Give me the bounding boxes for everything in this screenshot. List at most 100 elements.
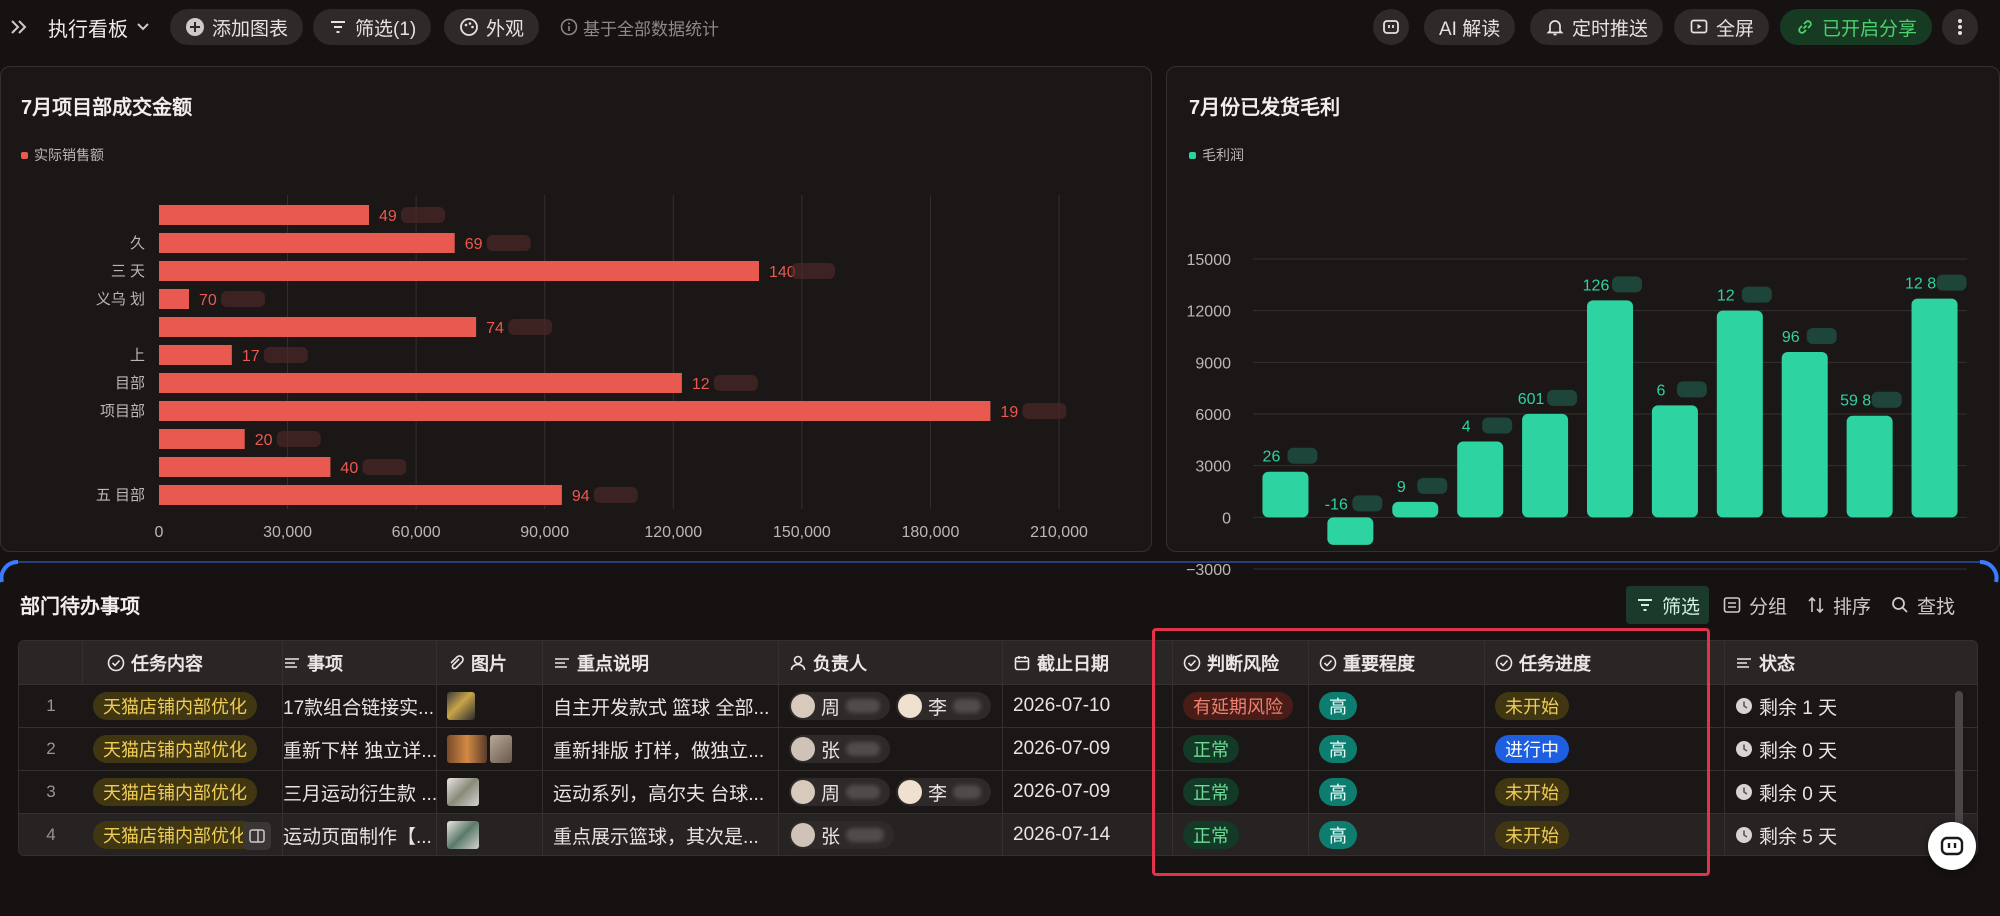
table-filter-button[interactable]: 筛选: [1626, 586, 1710, 624]
sales-bar-chart: 0 30,000 60,000 90,000 120,000 150,000 180,000…: [96, 195, 1088, 541]
header-label: 负责人: [813, 653, 867, 674]
chart-card-sales[interactable]: 7月项目部成交金额 实际销售额 0 30,000 60,000 90,000 120,0…: [0, 66, 1152, 552]
task-cell[interactable]: 天猫店铺内部优化: [83, 685, 283, 727]
key-note-cell[interactable]: 重点展示篮球，其次是...: [543, 814, 779, 855]
image-thumbnail[interactable]: [490, 735, 512, 763]
header-image[interactable]: 图片: [437, 641, 543, 684]
group-button[interactable]: 分组: [1713, 586, 1796, 624]
owner-chip[interactable]: 周: [789, 692, 891, 720]
sort-button[interactable]: 排序: [1797, 586, 1880, 624]
deadline-cell[interactable]: 2026-07-09: [1003, 771, 1173, 813]
owner-chip[interactable]: 李: [896, 692, 992, 720]
bar: [159, 401, 991, 421]
search-button[interactable]: 查找: [1881, 586, 1964, 624]
bar-value-label: 601: [1518, 391, 1545, 408]
header-risk[interactable]: 判断风险: [1173, 641, 1309, 684]
redaction-blur: [276, 431, 321, 447]
todo-table: 任务内容 事项 图片 重点说明 负责人 截止日期 判断风险 重要程度 任务进度 …: [18, 640, 1978, 856]
avatar: [791, 737, 815, 761]
dashboard-selector[interactable]: 执行看板: [48, 9, 150, 45]
item-cell[interactable]: 三月运动衍生款 ...: [283, 771, 437, 813]
item-cell[interactable]: 17款组合链接实...: [283, 685, 437, 727]
owner-cell[interactable]: 周 李: [779, 771, 1003, 813]
deadline-cell[interactable]: 2026-07-10: [1003, 685, 1173, 727]
row-number: 3: [46, 782, 56, 801]
more-button[interactable]: [1942, 9, 1978, 45]
legend-swatch: [1189, 151, 1196, 159]
item-cell[interactable]: 重新下样 独立详...: [283, 728, 437, 770]
table-row[interactable]: 1 天猫店铺内部优化 17款组合链接实... 自主开发款式 篮球 全部... 周…: [19, 685, 1977, 728]
image-thumbnail[interactable]: [447, 692, 475, 720]
share-button[interactable]: 已开启分享: [1780, 9, 1933, 45]
header-key-note[interactable]: 重点说明: [543, 641, 779, 684]
progress-cell[interactable]: 未开始: [1485, 814, 1725, 855]
chart-card-profit[interactable]: 7月份已发货毛利 毛利润 15000 12000 9000 6000 3000 0 −300…: [1166, 66, 2000, 577]
owner-chip[interactable]: 李: [896, 778, 992, 806]
schedule-push-button[interactable]: 定时推送: [1530, 9, 1664, 45]
image-thumbnail[interactable]: [447, 735, 487, 763]
header-task[interactable]: 任务内容: [83, 641, 283, 684]
progress-cell[interactable]: 未开始: [1485, 771, 1725, 813]
item-cell[interactable]: 运动页面制作【...: [283, 814, 437, 855]
owner-cell[interactable]: 周 李: [779, 685, 1003, 727]
image-thumbnail[interactable]: [447, 821, 479, 849]
header-status[interactable]: 状态: [1725, 641, 1977, 684]
task-cell[interactable]: 天猫店铺内部优化: [83, 771, 283, 813]
importance-tag: 高: [1319, 692, 1357, 720]
add-chart-button[interactable]: 添加图表: [170, 9, 304, 45]
floating-assistant-button[interactable]: [1928, 822, 1976, 870]
progress-cell[interactable]: 未开始: [1485, 685, 1725, 727]
deadline-cell[interactable]: 2026-07-09: [1003, 728, 1173, 770]
key-note-cell[interactable]: 运动系列，高尔夫 台球...: [543, 771, 779, 813]
legend-label: 毛利润: [1202, 147, 1244, 163]
image-thumbnail[interactable]: [447, 778, 479, 806]
importance-cell[interactable]: 高: [1309, 728, 1485, 770]
ai-assistant-button[interactable]: [1373, 9, 1409, 45]
key-note-cell[interactable]: 重新排版 打样，做独立...: [543, 728, 779, 770]
expand-sidebar-button[interactable]: [8, 9, 30, 45]
filter-button[interactable]: 筛选(1): [313, 9, 432, 45]
sort-icon: [1806, 595, 1826, 615]
risk-cell[interactable]: 正常: [1173, 814, 1309, 855]
header-importance[interactable]: 重要程度: [1309, 641, 1485, 684]
group-icon: [1722, 595, 1742, 615]
owner-cell[interactable]: 张: [779, 814, 1003, 855]
risk-cell[interactable]: 有延期风险: [1173, 685, 1309, 727]
header-item[interactable]: 事项: [283, 641, 437, 684]
deadline-cell[interactable]: 2026-07-14: [1003, 814, 1173, 855]
appearance-button[interactable]: 外观: [444, 9, 540, 45]
redaction-blur: [791, 263, 835, 279]
task-cell[interactable]: 天猫店铺内部优化: [83, 728, 283, 770]
owner-chip[interactable]: 周: [789, 778, 891, 806]
x-tick-label: 180,000: [902, 524, 960, 541]
importance-cell[interactable]: 高: [1309, 771, 1485, 813]
image-cell[interactable]: [437, 771, 543, 813]
bar: [1327, 517, 1374, 545]
image-cell[interactable]: [437, 685, 543, 727]
owner-chip[interactable]: 张: [789, 735, 891, 763]
table-row[interactable]: 4 天猫店铺内部优化 运动页面制作【... 重点展示篮球，其次是... 张 20…: [19, 814, 1977, 855]
risk-cell[interactable]: 正常: [1173, 728, 1309, 770]
expand-record-icon[interactable]: [243, 822, 271, 850]
risk-cell[interactable]: 正常: [1173, 771, 1309, 813]
progress-cell[interactable]: 进行中: [1485, 728, 1725, 770]
header-progress[interactable]: 任务进度: [1485, 641, 1725, 684]
image-cell[interactable]: [437, 814, 543, 855]
key-note-cell[interactable]: 自主开发款式 篮球 全部...: [543, 685, 779, 727]
status-cell[interactable]: 剩余 0 天: [1725, 771, 1977, 813]
status-cell[interactable]: 剩余 1 天: [1725, 685, 1977, 727]
image-cell[interactable]: [437, 728, 543, 770]
importance-cell[interactable]: 高: [1309, 685, 1485, 727]
owner-cell[interactable]: 张: [779, 728, 1003, 770]
importance-cell[interactable]: 高: [1309, 814, 1485, 855]
status-cell[interactable]: 剩余 0 天: [1725, 728, 1977, 770]
profit-bar-chart: 15000120009000600030000−300026英-16琴9帅460…: [1186, 252, 1967, 577]
table-row[interactable]: 2 天猫店铺内部优化 重新下样 独立详... 重新排版 打样，做独立... 张 …: [19, 728, 1977, 771]
ai-read-button[interactable]: AI 解读: [1424, 9, 1516, 45]
header-deadline[interactable]: 截止日期: [1003, 641, 1173, 684]
owner-chip[interactable]: 张: [789, 821, 895, 849]
fullscreen-button[interactable]: 全屏: [1674, 9, 1770, 45]
header-owner[interactable]: 负责人: [779, 641, 1003, 684]
table-row[interactable]: 3 天猫店铺内部优化 三月运动衍生款 ... 运动系列，高尔夫 台球... 周 …: [19, 771, 1977, 814]
y-category-label: 义乌 划: [96, 291, 145, 308]
